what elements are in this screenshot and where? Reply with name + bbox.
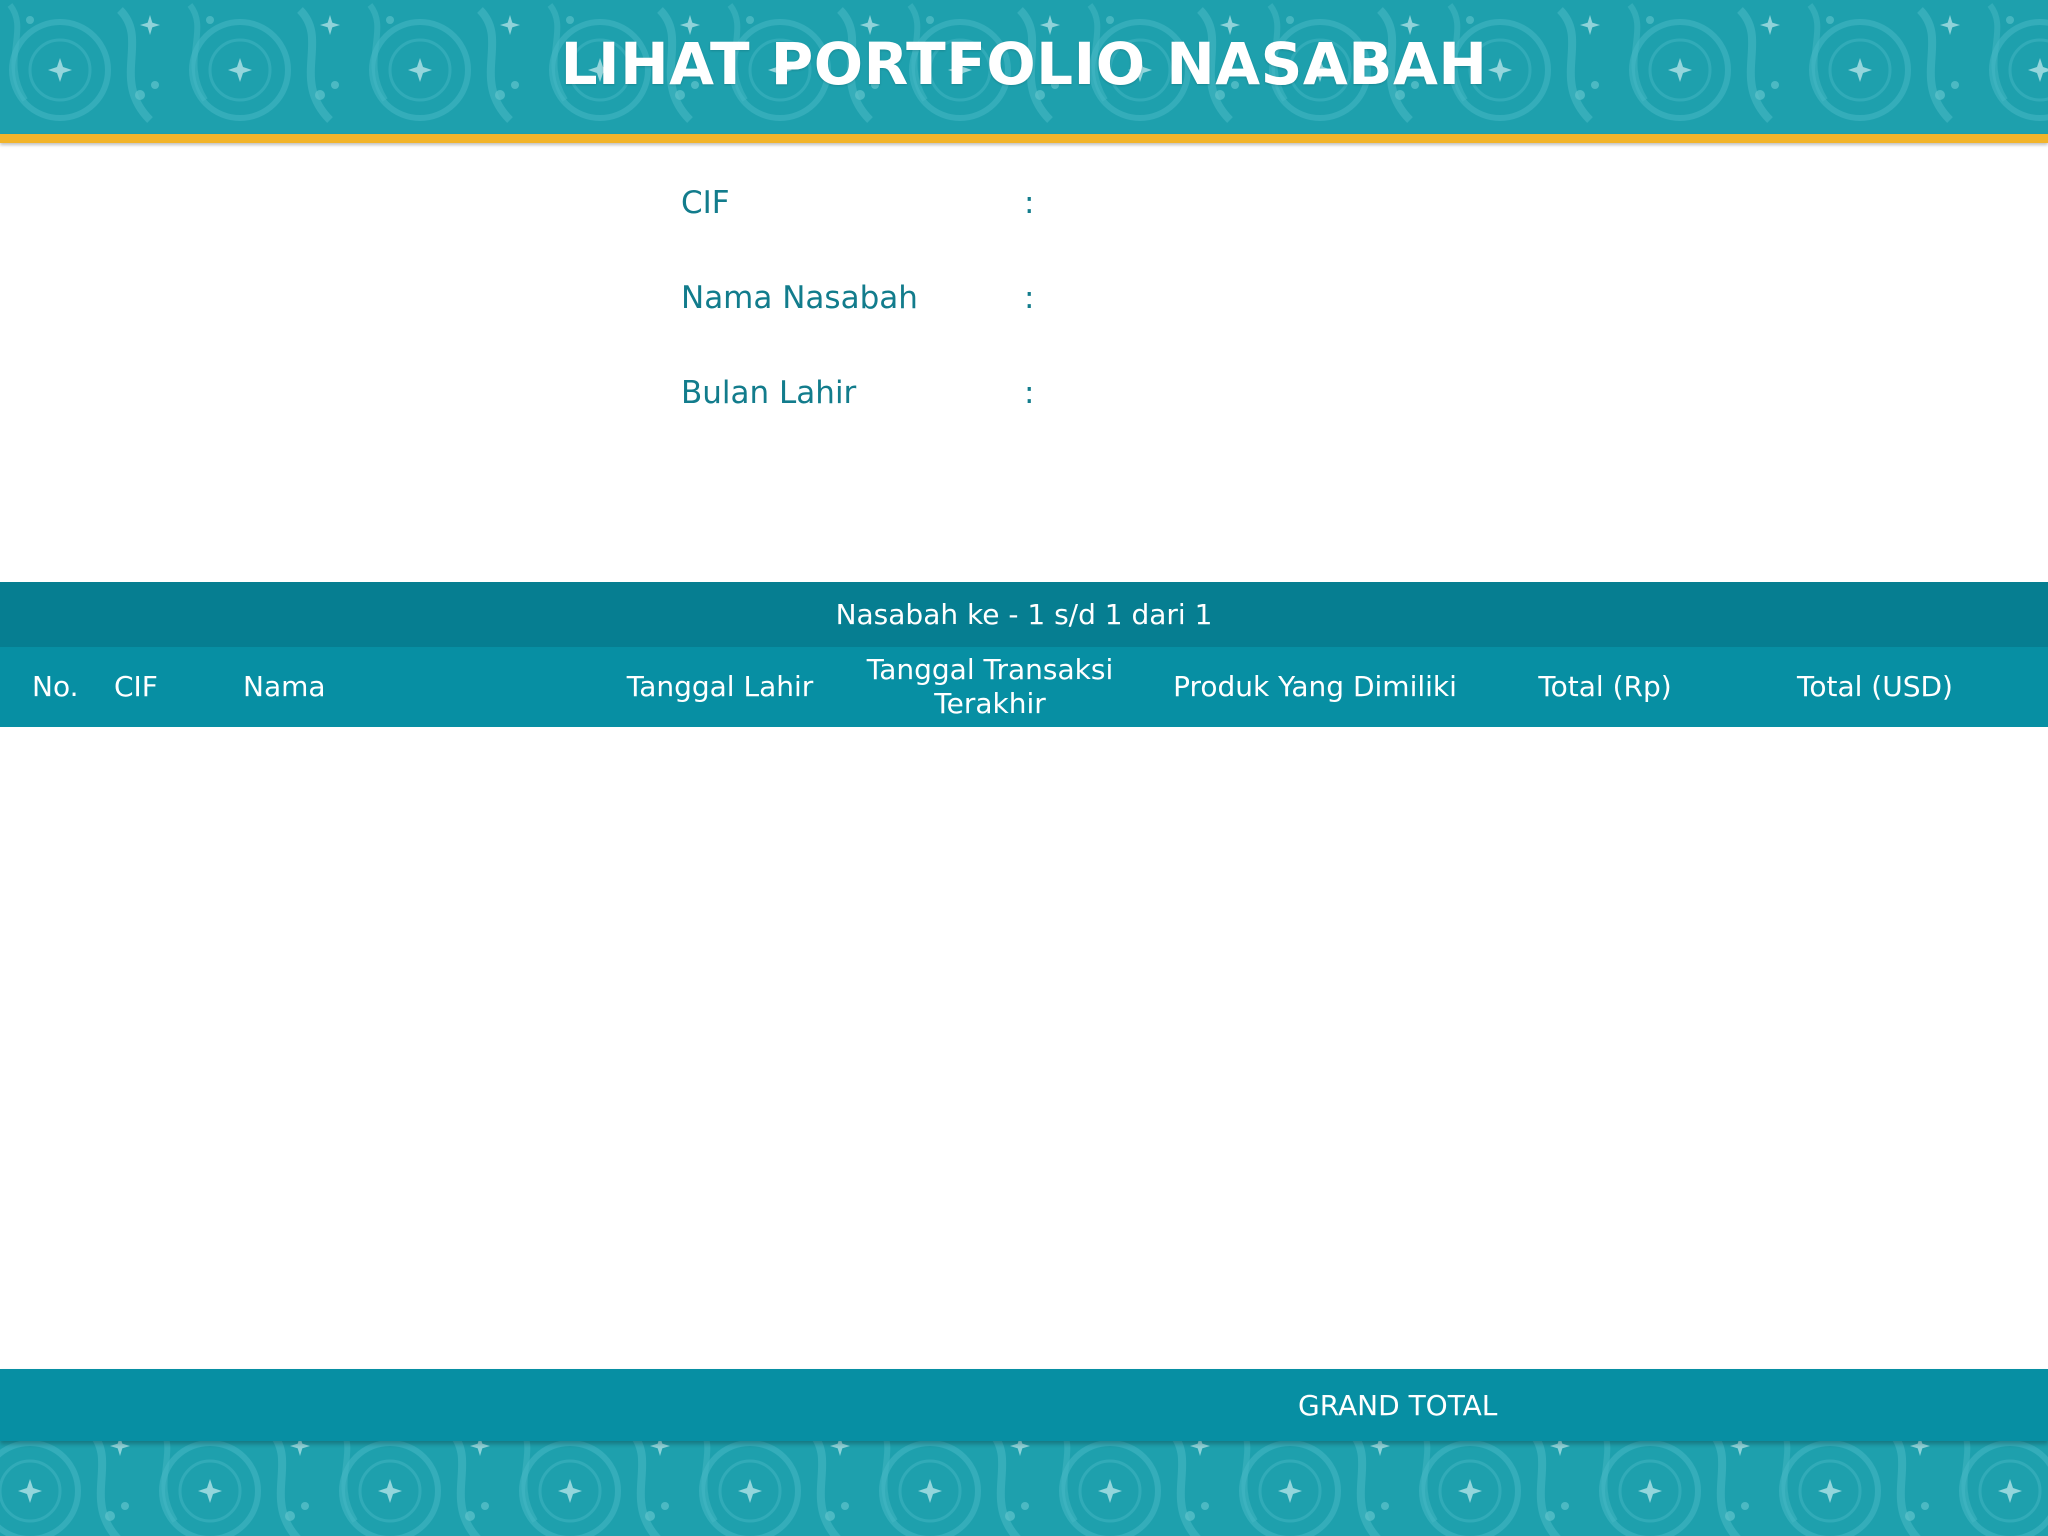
pager-text: Nasabah ke - 1 s/d 1 dari 1	[835, 598, 1213, 631]
column-header-no[interactable]: No.	[32, 647, 78, 727]
column-header-tanggal-lahir[interactable]: Tanggal Lahir	[620, 647, 820, 727]
table-body	[0, 727, 2048, 1369]
header-accent-strip	[0, 134, 2048, 143]
footer-banner	[0, 1441, 2048, 1536]
column-header-cif[interactable]: CIF	[114, 647, 158, 727]
nama-nasabah-label: Nama Nasabah	[681, 280, 918, 316]
nama-nasabah-colon: :	[1024, 280, 1035, 316]
pager-bar: Nasabah ke - 1 s/d 1 dari 1	[0, 582, 2048, 647]
column-header-tanggal-transaksi-line1: Tanggal Transaksi	[866, 653, 1114, 686]
header-banner: LIHAT PORTFOLIO NASABAH	[0, 0, 2048, 134]
column-header-tanggal-transaksi-line2: Terakhir	[934, 687, 1046, 720]
page-title: LIHAT PORTFOLIO NASABAH	[560, 30, 1488, 98]
grand-total-bar: GRAND TOTAL	[0, 1369, 2048, 1441]
column-header-nama[interactable]: Nama	[243, 647, 326, 727]
column-header-tanggal-transaksi[interactable]: Tanggal Transaksi Terakhir	[860, 647, 1120, 727]
column-header-total-usd[interactable]: Total (USD)	[1760, 647, 1990, 727]
bulan-lahir-colon: :	[1024, 375, 1035, 411]
portfolio-page: LIHAT PORTFOLIO NASABAH CIF : Nama Nasab…	[0, 0, 2048, 1536]
cif-label: CIF	[681, 185, 730, 221]
batik-pattern-bottom	[0, 1441, 2048, 1536]
column-header-total-rp[interactable]: Total (Rp)	[1500, 647, 1710, 727]
bulan-lahir-label: Bulan Lahir	[681, 375, 857, 411]
column-header-produk[interactable]: Produk Yang Dimiliki	[1160, 647, 1470, 727]
cif-colon: :	[1024, 185, 1035, 221]
table-header: No. CIF Nama Tanggal Lahir Tanggal Trans…	[0, 647, 2048, 727]
grand-total-label: GRAND TOTAL	[1298, 1388, 1498, 1422]
